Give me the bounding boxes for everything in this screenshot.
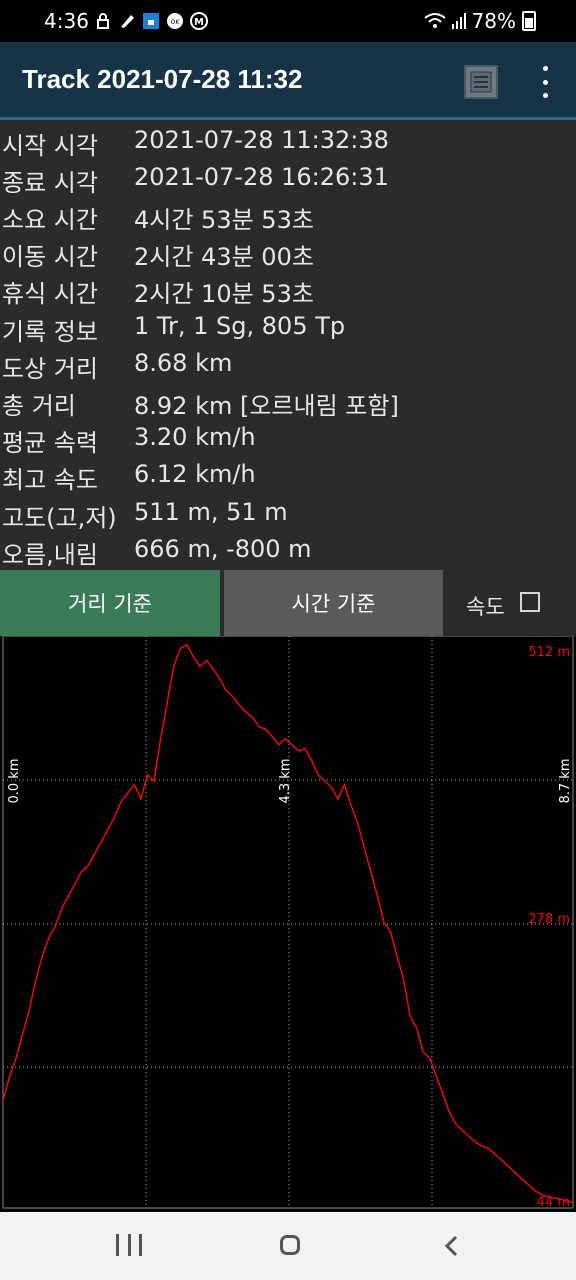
svg-text:M: M	[194, 17, 204, 28]
info-value: 4시간 53분 53초	[134, 206, 314, 234]
info-row-rest: 휴식 시간 2시간 10분 53초	[0, 270, 576, 308]
battery-icon	[522, 11, 536, 31]
status-time: 4:36	[44, 9, 89, 33]
x-tick-label: 4.3 km	[278, 759, 293, 804]
recents-icon	[139, 1234, 142, 1256]
y-tick-label: 512 m	[528, 645, 570, 660]
track-info: 시작 시각 2021-07-28 11:32:38 종료 시각 2021-07-28…	[0, 120, 576, 570]
info-label: 소요 시간	[2, 206, 98, 234]
info-value: 511 m, 51 m	[134, 498, 288, 526]
system-nav-bar	[0, 1212, 576, 1280]
info-label: 총 거리	[2, 392, 76, 420]
battery-percent: 78%	[471, 9, 516, 33]
lock-icon	[97, 13, 109, 29]
info-label: 오름,내림	[2, 541, 98, 569]
x-tick-label: 8.7 km	[558, 759, 573, 804]
wifi-icon	[423, 13, 446, 28]
info-value: 2021-07-28 11:32:38	[134, 126, 389, 154]
speed-label: 속도	[466, 595, 505, 619]
x-tick-label: 0.0 km	[7, 759, 22, 804]
elevation-chart-svg: 0.0 km 4.3 km 8.7 km 512 m 278 m 44 m	[2, 635, 574, 1210]
info-row-duration: 소요 시간 4시간 53분 53초	[0, 196, 576, 234]
info-value: 6.12 km/h	[134, 460, 256, 488]
home-button[interactable]	[280, 1235, 300, 1255]
app-lock-icon	[143, 13, 159, 29]
info-label: 고도(고,저)	[2, 504, 117, 532]
app-bar: Track 2021-07-28 11:32	[0, 42, 576, 120]
svg-text:OK: OK	[171, 19, 181, 26]
y-tick-label: 278 m	[528, 912, 570, 927]
signal-icon	[451, 13, 466, 29]
more-dot-icon	[542, 79, 548, 85]
info-value: 8.92 km [오르내림 포함]	[134, 392, 399, 420]
info-value: 3.20 km/h	[134, 423, 256, 451]
info-value: 666 m, -800 m	[134, 535, 312, 563]
status-bar: 4:36 OK M 78%	[0, 0, 576, 42]
info-label: 평균 속력	[2, 429, 98, 457]
info-label: 종료 시각	[2, 169, 98, 197]
info-label: 기록 정보	[2, 318, 98, 346]
pen-icon	[121, 15, 134, 28]
info-label: 최고 속도	[2, 466, 98, 494]
oklock-icon: OK	[167, 13, 183, 29]
info-row-start: 시작 시각 2021-07-28 11:32:38	[0, 122, 576, 160]
info-row-avg-speed: 평균 속력 3.20 km/h	[0, 419, 576, 457]
more-options-button[interactable]	[535, 66, 555, 98]
speed-checkbox[interactable]	[520, 592, 540, 612]
tab-time[interactable]: 시간 기준	[224, 570, 443, 636]
info-value: 2021-07-28 16:26:31	[134, 163, 389, 191]
recents-icon	[116, 1234, 119, 1256]
info-row-total-distance: 총 거리 8.92 km [오르내림 포함]	[0, 382, 576, 420]
list-icon	[470, 71, 492, 93]
info-value: 1 Tr, 1 Sg, 805 Tp	[134, 312, 346, 340]
info-label: 도상 거리	[2, 355, 98, 383]
notification-icons: OK M	[94, 10, 208, 32]
info-value: 2시간 10분 53초	[134, 280, 314, 308]
info-row-end: 종료 시각 2021-07-28 16:26:31	[0, 159, 576, 197]
back-button[interactable]	[444, 1235, 458, 1257]
m-icon: M	[190, 12, 208, 30]
recents-button[interactable]	[116, 1234, 142, 1256]
info-row-record: 기록 정보 1 Tr, 1 Sg, 805 Tp	[0, 308, 576, 346]
info-label: 시작 시각	[2, 132, 98, 160]
info-row-map-distance: 도상 거리 8.68 km	[0, 345, 576, 383]
info-label: 휴식 시간	[2, 280, 98, 308]
tab-distance[interactable]: 거리 기준	[0, 570, 220, 636]
elevation-chart: 0.0 km 4.3 km 8.7 km 512 m 278 m 44 m	[0, 635, 576, 1212]
more-dot-icon	[542, 93, 548, 98]
info-label: 이동 시간	[2, 243, 98, 271]
chart-mode-tabs: 거리 기준 시간 기준 속도	[0, 570, 576, 636]
status-right: 78%	[423, 9, 536, 33]
recents-icon	[127, 1234, 131, 1256]
more-dot-icon	[542, 66, 548, 71]
info-row-altitude: 고도(고,저) 511 m, 51 m	[0, 494, 576, 532]
plot-frame	[2, 635, 574, 1209]
info-row-max-speed: 최고 속도 6.12 km/h	[0, 456, 576, 494]
page-title: Track 2021-07-28 11:32	[22, 64, 303, 94]
list-menu-button[interactable]	[464, 65, 498, 99]
info-row-moving: 이동 시간 2시간 43분 00초	[0, 233, 576, 271]
info-value: 2시간 43분 00초	[134, 243, 314, 271]
y-tick-label: 44 m	[537, 1195, 570, 1210]
info-value: 8.68 km	[134, 349, 233, 377]
info-row-climb: 오름,내림 666 m, -800 m	[0, 531, 576, 569]
